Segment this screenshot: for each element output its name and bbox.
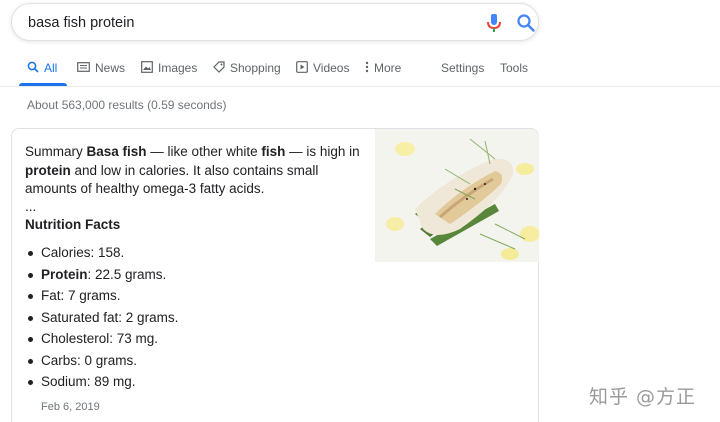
tab-more[interactable]: More	[365, 56, 401, 86]
result-stats: About 563,000 results (0.59 seconds)	[27, 98, 227, 112]
summary-text: — is high in	[285, 144, 360, 159]
summary-highlight: Basa fish	[86, 144, 147, 159]
zhihu-watermark: 知乎 @方正	[589, 386, 697, 408]
search-tabs: All News Images Shopping Videos More Set…	[0, 56, 720, 86]
search-icon	[27, 61, 39, 76]
tab-label: Tools	[500, 61, 529, 75]
list-item: Cholesterol: 73 mg.	[25, 331, 178, 353]
snippet-ellipsis: ...	[25, 199, 37, 214]
mic-icon[interactable]	[486, 13, 502, 33]
tab-label: Settings	[441, 61, 485, 75]
snippet-date: Feb 6, 2019	[41, 401, 100, 413]
video-icon	[296, 61, 308, 76]
tab-label: News	[95, 61, 126, 75]
tab-label: Shopping	[230, 61, 281, 75]
tab-label: Images	[158, 61, 198, 75]
summary-text: Summary	[25, 144, 87, 159]
tab-all[interactable]: All	[27, 56, 57, 86]
tab-images[interactable]: Images	[141, 56, 197, 86]
list-item: Fat: 7 grams.	[25, 288, 178, 310]
nutrition-heading: Nutrition Facts	[25, 217, 121, 232]
basa-fish-dish-image[interactable]	[375, 129, 539, 262]
tab-tools[interactable]: Tools	[500, 56, 528, 86]
tab-news[interactable]: News	[77, 56, 125, 86]
tab-shopping[interactable]: Shopping	[213, 56, 281, 86]
summary-highlight: fish	[261, 144, 286, 159]
news-icon	[77, 61, 90, 76]
more-vertical-icon	[365, 61, 369, 76]
featured-snippet: Summary Basa fish — like other white fis…	[11, 128, 539, 422]
list-item: Protein: 22.5 grams.	[25, 267, 178, 289]
list-item: Carbs: 0 grams.	[25, 353, 178, 375]
tab-videos[interactable]: Videos	[296, 56, 349, 86]
tab-label: More	[374, 61, 402, 75]
tab-label: All	[44, 61, 58, 75]
tag-icon	[213, 61, 225, 76]
list-item: Sodium: 89 mg.	[25, 374, 178, 396]
list-item: Calories: 158.	[25, 245, 178, 267]
summary-text: — like other white	[146, 144, 262, 159]
snippet-summary: Summary Basa fish — like other white fis…	[25, 143, 360, 199]
list-item: Saturated fat: 2 grams.	[25, 310, 178, 332]
divider	[0, 86, 720, 87]
search-icon[interactable]	[517, 14, 535, 32]
image-icon	[141, 61, 153, 76]
search-input[interactable]	[28, 12, 448, 34]
search-box[interactable]	[11, 3, 539, 41]
nutrition-facts-list: Calories: 158. Protein: 22.5 grams. Fat:…	[25, 245, 178, 396]
tab-label: Videos	[313, 61, 350, 75]
tab-settings[interactable]: Settings	[441, 56, 484, 86]
summary-highlight: protein	[25, 162, 71, 178]
